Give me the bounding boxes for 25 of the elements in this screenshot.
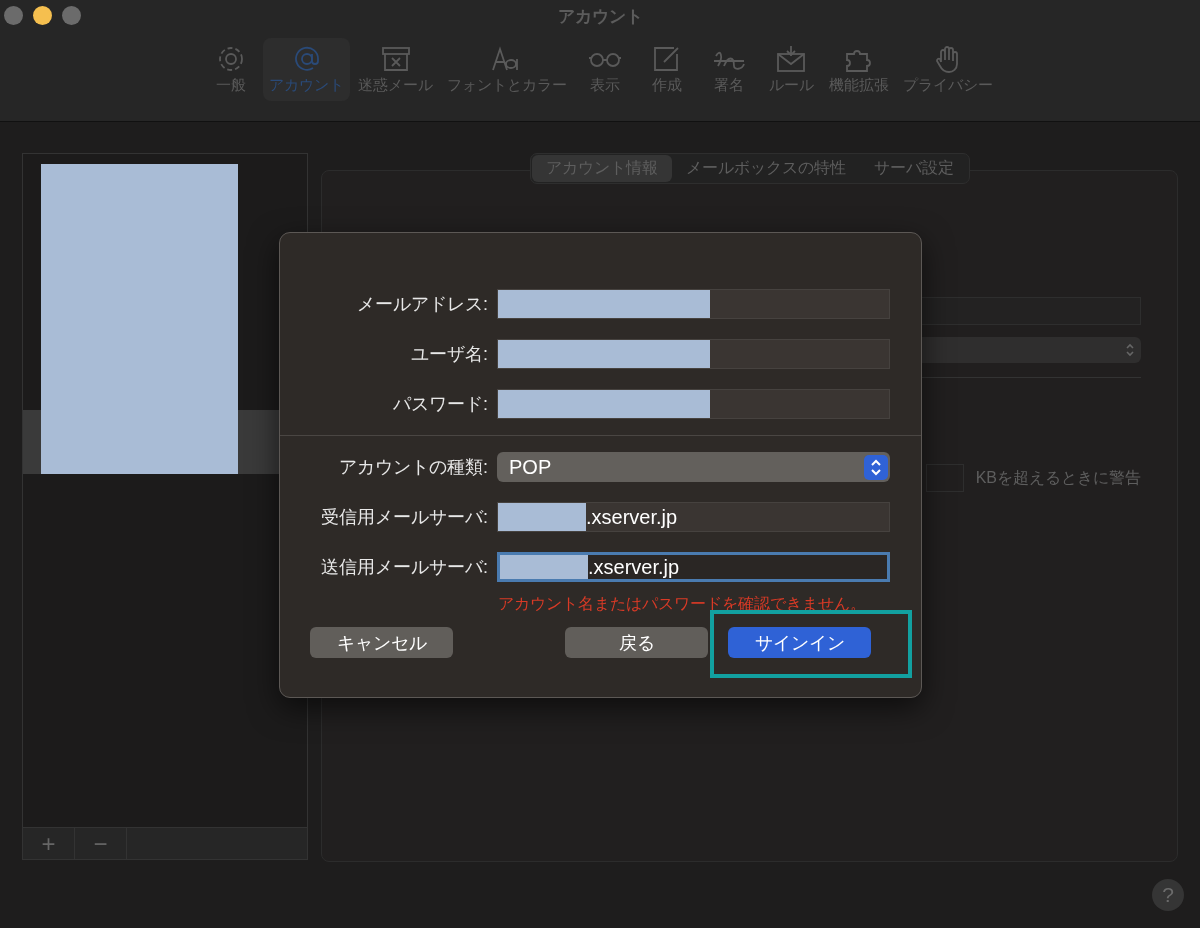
input-field[interactable] <box>497 339 890 369</box>
input-field[interactable] <box>497 389 890 419</box>
chevron-icon <box>1125 342 1135 358</box>
list-button[interactable]: + <box>23 828 75 859</box>
field-label: KBを超えるときに警告 <box>975 467 1141 488</box>
toolbar-item[interactable]: アカウント <box>263 38 350 101</box>
popup-button[interactable]: POP <box>497 452 890 482</box>
window-button[interactable] <box>33 6 52 25</box>
field-label: アカウントの種類: <box>338 456 488 479</box>
rules-icon <box>774 44 808 74</box>
field-label: ユーザ名: <box>410 343 488 366</box>
field-label: 送信用メールサーバ: <box>320 556 488 579</box>
field-label: パスワード: <box>392 393 488 416</box>
help-button[interactable]: ? <box>1152 879 1184 911</box>
input-field[interactable] <box>925 464 964 492</box>
dialog-button[interactable]: キャンセル <box>310 627 453 658</box>
input-field[interactable]: .xserver.jp <box>497 552 890 582</box>
sign-in-button[interactable]: サインイン <box>728 627 871 658</box>
input-field[interactable]: .xserver.jp <box>497 502 890 532</box>
list-button[interactable]: − <box>75 828 127 859</box>
field-label: 受信用メールサーバ: <box>320 506 488 529</box>
field-label: メールアドレス: <box>356 293 488 316</box>
input-field[interactable] <box>497 289 890 319</box>
dialog-button[interactable]: 戻る <box>565 627 708 658</box>
chevron-icon <box>870 458 882 476</box>
